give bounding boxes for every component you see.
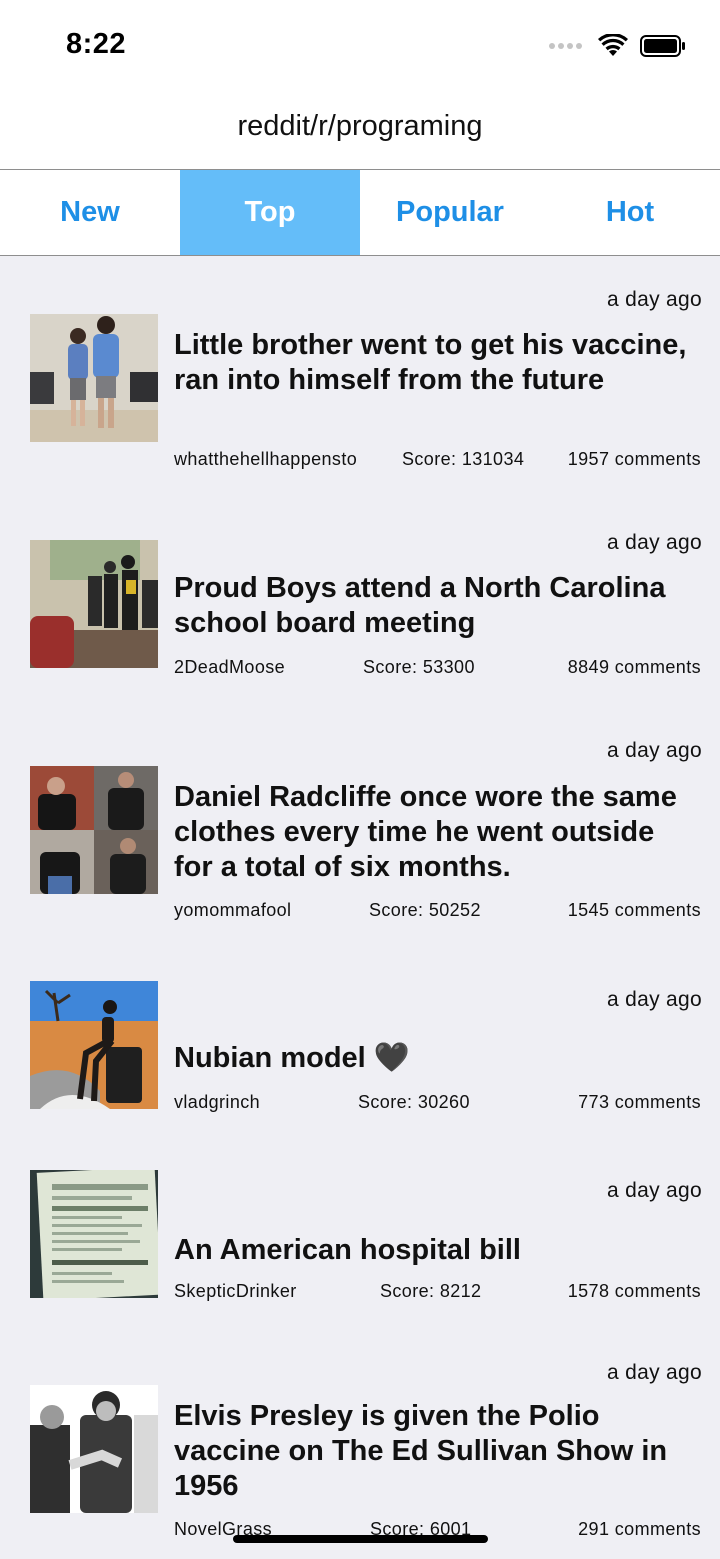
post-meta: whatthehellhappensto Score: 131034 1957 … <box>174 449 701 473</box>
post-thumbnail[interactable] <box>30 766 158 894</box>
tab-new[interactable]: New <box>0 170 180 255</box>
nav-header: reddit/r/programing <box>0 90 720 170</box>
tab-top[interactable]: Top <box>180 170 360 255</box>
post-time: a day ago <box>607 531 702 554</box>
signal-dots-icon <box>549 43 582 49</box>
post-author[interactable]: SkepticDrinker <box>174 1281 297 1302</box>
post-time: a day ago <box>607 288 702 311</box>
post-score: Score: 131034 <box>402 449 525 469</box>
post-thumbnail[interactable] <box>30 981 158 1109</box>
post-title[interactable]: Daniel Radcliffe once wore the same clot… <box>174 780 694 885</box>
home-indicator[interactable] <box>233 1535 488 1543</box>
post-title[interactable]: Nubian model 🖤 <box>174 1041 694 1076</box>
post-feed[interactable]: a day ago Little brother went to get his… <box>0 256 720 1559</box>
post-author[interactable]: 2DeadMoose <box>174 657 285 678</box>
post-score: Score: 50252 <box>369 900 481 920</box>
page-title: reddit/r/programing <box>237 110 483 142</box>
post-time: a day ago <box>607 988 702 1011</box>
post-score: Score: 30260 <box>358 1092 470 1112</box>
post-comments[interactable]: 291 comments <box>578 1519 701 1540</box>
post-title[interactable]: An American hospital bill <box>174 1233 694 1268</box>
post-comments[interactable]: 1957 comments <box>568 449 701 470</box>
post-comments[interactable]: 1578 comments <box>568 1281 701 1302</box>
battery-icon <box>640 35 685 57</box>
wifi-icon <box>598 34 628 56</box>
post-author[interactable]: whatthehellhappensto <box>174 449 357 470</box>
post-score: Score: 8212 <box>380 1281 482 1301</box>
tab-bar: New Top Popular Hot <box>0 170 720 256</box>
tab-hot[interactable]: Hot <box>540 170 720 255</box>
post-meta: yomommafool Score: 50252 1545 comments <box>174 900 701 924</box>
post-time: a day ago <box>607 739 702 762</box>
tab-popular[interactable]: Popular <box>360 170 540 255</box>
post-thumbnail[interactable] <box>30 314 158 442</box>
status-bar: 8:22 <box>0 0 720 90</box>
post-thumbnail[interactable] <box>30 1385 158 1513</box>
post-meta: 2DeadMoose Score: 53300 8849 comments <box>174 657 701 681</box>
post-meta: SkepticDrinker Score: 8212 1578 comments <box>174 1281 701 1305</box>
status-icons <box>549 30 686 62</box>
post-thumbnail[interactable] <box>30 540 158 668</box>
post-comments[interactable]: 8849 comments <box>568 657 701 678</box>
post-time: a day ago <box>607 1179 702 1202</box>
post-score: Score: 53300 <box>363 657 475 677</box>
post-comments[interactable]: 773 comments <box>578 1092 701 1113</box>
post-author[interactable]: yomommafool <box>174 900 291 921</box>
status-time: 8:22 <box>66 28 127 60</box>
post-thumbnail[interactable] <box>30 1170 158 1298</box>
post-author[interactable]: vladgrinch <box>174 1092 260 1113</box>
post-title[interactable]: Proud Boys attend a North Carolina schoo… <box>174 571 694 641</box>
post-title[interactable]: Elvis Presley is given the Polio vaccine… <box>174 1399 694 1504</box>
post-meta: vladgrinch Score: 30260 773 comments <box>174 1092 701 1116</box>
post-comments[interactable]: 1545 comments <box>568 900 701 921</box>
post-title[interactable]: Little brother went to get his vaccine, … <box>174 328 694 398</box>
post-time: a day ago <box>607 1361 702 1384</box>
